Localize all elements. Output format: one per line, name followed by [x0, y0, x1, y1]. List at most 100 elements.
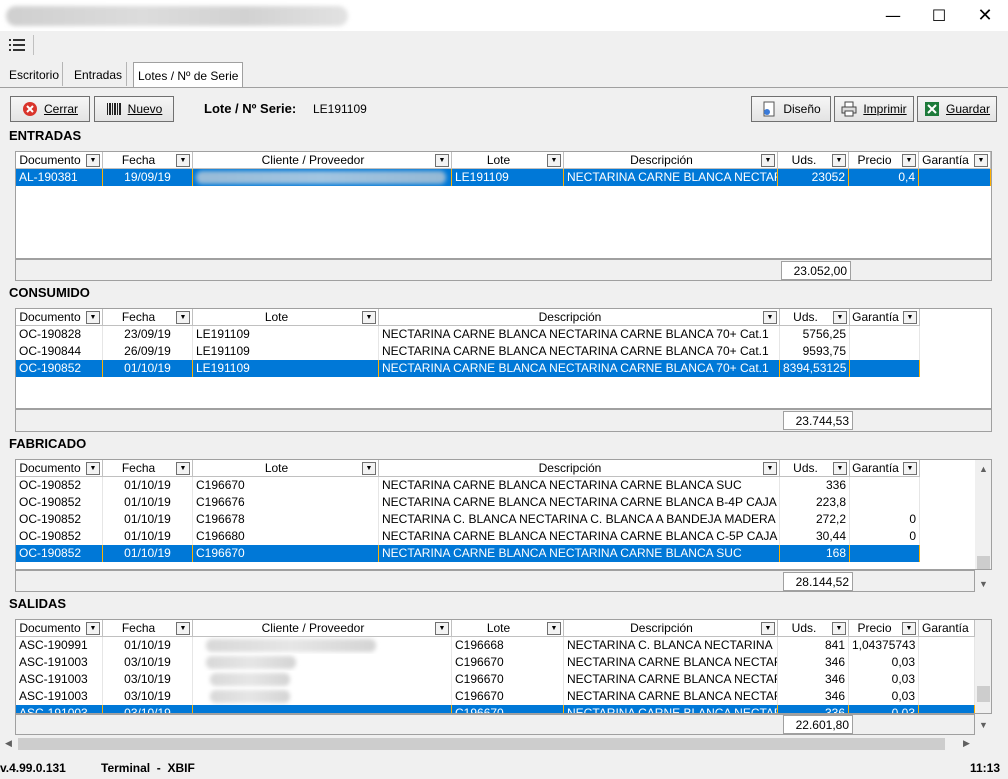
- filter-dropdown-icon[interactable]: ▼: [176, 622, 190, 635]
- redacted-client: [210, 673, 290, 686]
- consumido-grid[interactable]: Documento ▼ Fecha ▼ Lote ▼ Descripción ▼ Uds…: [15, 308, 992, 409]
- guardar-button[interactable]: Guardar: [917, 96, 997, 122]
- salidas-vertical-scrollbar[interactable]: [975, 620, 991, 713]
- entradas-col-uds[interactable]: Uds. ▼: [778, 152, 849, 169]
- close-window-button[interactable]: ✕: [962, 0, 1008, 31]
- scroll-thumb[interactable]: [977, 556, 990, 569]
- cerrar-button[interactable]: Cerrar: [10, 96, 90, 122]
- filter-dropdown-icon[interactable]: ▼: [832, 154, 846, 167]
- table-row[interactable]: ASC-191003 03/10/19 C196670 NECTARINA CA…: [16, 654, 975, 671]
- filter-dropdown-icon[interactable]: ▼: [547, 154, 561, 167]
- salidas-col-precio[interactable]: Precio ▼: [849, 620, 919, 637]
- salidas-col-fecha[interactable]: Fecha ▼: [103, 620, 193, 637]
- filter-dropdown-icon[interactable]: ▼: [833, 462, 847, 475]
- consumido-col-fecha[interactable]: Fecha ▼: [103, 309, 193, 326]
- table-row[interactable]: OC-190852 01/10/19 C196676 NECTARINA CAR…: [16, 494, 920, 511]
- fabricado-col-descripcion[interactable]: Descripción ▼: [379, 460, 780, 477]
- consumido-col-lote[interactable]: Lote ▼: [193, 309, 379, 326]
- table-row[interactable]: OC-190844 26/09/19 LE191109 NECTARINA CA…: [16, 343, 920, 360]
- table-row[interactable]: ASC-191003 03/10/19 C196670 NECTARINA CA…: [16, 705, 975, 713]
- filter-dropdown-icon[interactable]: ▼: [86, 154, 100, 167]
- filter-dropdown-icon[interactable]: ▼: [763, 311, 777, 324]
- scroll-down-icon[interactable]: ▼: [975, 575, 992, 592]
- salidas-col-descripcion[interactable]: Descripción ▼: [564, 620, 778, 637]
- entradas-grid[interactable]: Documento ▼ Fecha ▼ Cliente / Proveedor ▼ L…: [15, 151, 992, 259]
- fabricado-col-fecha[interactable]: Fecha ▼: [103, 460, 193, 477]
- filter-dropdown-icon[interactable]: ▼: [761, 622, 775, 635]
- filter-dropdown-icon[interactable]: ▼: [362, 462, 376, 475]
- entradas-col-fecha[interactable]: Fecha ▼: [103, 152, 193, 169]
- version-label: v.4.99.0.131: [0, 761, 66, 775]
- filter-dropdown-icon[interactable]: ▼: [903, 462, 917, 475]
- consumido-col-garantia[interactable]: Garantía ▼: [850, 309, 920, 326]
- table-row[interactable]: OC-190852 01/10/19 C196670 NECTARINA CAR…: [16, 477, 920, 494]
- tab-escritorio[interactable]: Escritorio: [5, 62, 63, 87]
- scroll-up-icon[interactable]: ▲: [975, 460, 991, 477]
- table-row[interactable]: OC-190852 01/10/19 C196678 NECTARINA C. …: [16, 511, 920, 528]
- consumido-col-uds[interactable]: Uds. ▼: [780, 309, 850, 326]
- scroll-down-icon[interactable]: ▼: [975, 716, 992, 733]
- filter-dropdown-icon[interactable]: ▼: [176, 462, 190, 475]
- filter-dropdown-icon[interactable]: ▼: [176, 154, 190, 167]
- filter-dropdown-icon[interactable]: ▼: [763, 462, 777, 475]
- salidas-col-lote[interactable]: Lote ▼: [452, 620, 564, 637]
- consumido-col-documento[interactable]: Documento ▼: [16, 309, 103, 326]
- fabricado-col-garantia[interactable]: Garantía ▼: [850, 460, 920, 477]
- filter-dropdown-icon[interactable]: ▼: [833, 311, 847, 324]
- entradas-col-cliente[interactable]: Cliente / Proveedor ▼: [193, 152, 452, 169]
- entradas-col-lote[interactable]: Lote ▼: [452, 152, 564, 169]
- table-row[interactable]: AL-190381 19/09/19 LE191109 NECTARINA CA…: [16, 169, 991, 186]
- filter-dropdown-icon[interactable]: ▼: [902, 154, 916, 167]
- filter-dropdown-icon[interactable]: ▼: [86, 622, 100, 635]
- fabricado-grid[interactable]: Documento ▼ Fecha ▼ Lote ▼ Descripción ▼ Uds…: [15, 459, 992, 570]
- filter-dropdown-icon[interactable]: ▼: [974, 154, 988, 167]
- filter-dropdown-icon[interactable]: ▼: [902, 622, 916, 635]
- horizontal-scroll-thumb[interactable]: [18, 738, 945, 750]
- table-row[interactable]: ASC-190991 01/10/19 C196668 NECTARINA C.…: [16, 637, 975, 654]
- entradas-col-precio[interactable]: Precio ▼: [849, 152, 919, 169]
- filter-dropdown-icon[interactable]: ▼: [761, 154, 775, 167]
- fabricado-col-lote[interactable]: Lote ▼: [193, 460, 379, 477]
- salidas-col-cliente[interactable]: Cliente / Proveedor ▼: [193, 620, 452, 637]
- salidas-col-uds[interactable]: Uds. ▼: [778, 620, 849, 637]
- scroll-thumb[interactable]: [977, 686, 990, 702]
- entradas-col-garantia[interactable]: Garantía ▼: [919, 152, 991, 169]
- fabricado-vertical-scrollbar[interactable]: ▲: [975, 460, 991, 569]
- diseno-button[interactable]: Diseño: [751, 96, 831, 122]
- filter-dropdown-icon[interactable]: ▼: [176, 311, 190, 324]
- imprimir-button[interactable]: Imprimir: [834, 96, 914, 122]
- scroll-right-icon[interactable]: ▶: [958, 735, 975, 752]
- cerrar-label: Cerrar: [43, 102, 78, 116]
- tab-lotes[interactable]: Lotes / Nº de Serie: [133, 62, 244, 88]
- fabricado-col-documento[interactable]: Documento ▼: [16, 460, 103, 477]
- horizontal-scrollbar[interactable]: ◀ ▶: [0, 735, 1008, 753]
- fabricado-col-uds[interactable]: Uds. ▼: [780, 460, 850, 477]
- table-row[interactable]: ASC-191003 03/10/19 C196670 NECTARINA CA…: [16, 671, 975, 688]
- filter-dropdown-icon[interactable]: ▼: [86, 462, 100, 475]
- salidas-col-garantia[interactable]: Garantía: [919, 620, 975, 637]
- menu-list-icon[interactable]: [9, 38, 25, 52]
- filter-dropdown-icon[interactable]: ▼: [903, 311, 917, 324]
- tab-entradas[interactable]: Entradas: [70, 62, 126, 87]
- filter-dropdown-icon[interactable]: ▼: [547, 622, 561, 635]
- entradas-col-descripcion[interactable]: Descripción ▼: [564, 152, 778, 169]
- nuevo-button[interactable]: Nuevo: [94, 96, 174, 122]
- filter-dropdown-icon[interactable]: ▼: [435, 154, 449, 167]
- filter-dropdown-icon[interactable]: ▼: [832, 622, 846, 635]
- maximize-button[interactable]: ☐: [916, 0, 962, 31]
- filter-dropdown-icon[interactable]: ▼: [362, 311, 376, 324]
- salidas-col-documento[interactable]: Documento ▼: [16, 620, 103, 637]
- table-row[interactable]: OC-190852 01/10/19 C196680 NECTARINA CAR…: [16, 528, 920, 545]
- table-row[interactable]: ASC-191003 03/10/19 C196670 NECTARINA CA…: [16, 688, 975, 705]
- minimize-button[interactable]: —: [870, 0, 916, 31]
- scroll-left-icon[interactable]: ◀: [0, 735, 17, 752]
- filter-dropdown-icon[interactable]: ▼: [435, 622, 449, 635]
- table-row[interactable]: OC-190828 23/09/19 LE191109 NECTARINA CA…: [16, 326, 920, 343]
- salidas-grid[interactable]: Documento ▼ Fecha ▼ Cliente / Proveedor ▼ L…: [15, 619, 992, 714]
- table-row[interactable]: OC-190852 01/10/19 LE191109 NECTARINA CA…: [16, 360, 920, 377]
- table-row[interactable]: OC-190852 01/10/19 C196670 NECTARINA CAR…: [16, 545, 920, 562]
- filter-dropdown-icon[interactable]: ▼: [86, 311, 100, 324]
- entradas-section-title: ENTRADAS: [9, 128, 82, 143]
- consumido-col-descripcion[interactable]: Descripción ▼: [379, 309, 780, 326]
- entradas-col-documento[interactable]: Documento ▼: [16, 152, 103, 169]
